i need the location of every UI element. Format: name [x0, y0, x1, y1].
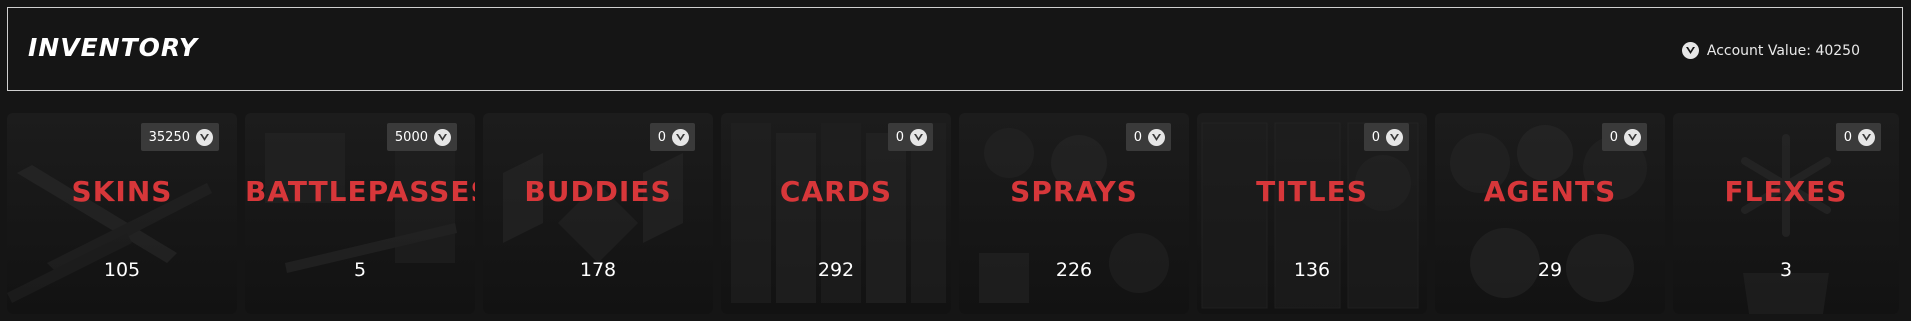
inventory-header: INVENTORY Account Value: 40250 — [7, 7, 1903, 91]
buddies-value-badge: 0 — [649, 123, 695, 151]
battlepasses-value: 5000 — [394, 129, 428, 145]
page-title: INVENTORY — [28, 33, 198, 62]
sprays-value-badge: 0 — [1125, 123, 1171, 151]
valorant-points-icon — [1858, 128, 1875, 146]
tile-agents[interactable]: 0 AGENTS 29 — [1435, 113, 1665, 314]
titles-count: 136 — [1293, 259, 1331, 281]
flexes-value: 0 — [1843, 129, 1852, 145]
valorant-points-icon — [1681, 42, 1699, 59]
flexes-count: 3 — [1779, 259, 1793, 281]
sprays-label: SPRAYS — [1010, 175, 1138, 208]
cards-value-badge: 0 — [887, 123, 933, 151]
cards-value: 0 — [895, 129, 904, 145]
valorant-points-icon — [434, 128, 451, 146]
agents-label: AGENTS — [1483, 175, 1617, 208]
sprays-value: 0 — [1133, 129, 1142, 145]
flexes-value-badge: 0 — [1835, 123, 1881, 151]
tile-titles[interactable]: 0 TITLES 136 — [1197, 113, 1427, 314]
valorant-points-icon — [196, 128, 213, 146]
battlepasses-count: 5 — [353, 259, 367, 281]
account-value-label: Account Value: 40250 — [1706, 42, 1860, 59]
battlepasses-label: BATTLEPASSES — [245, 175, 475, 208]
agents-value: 0 — [1609, 129, 1618, 145]
valorant-points-icon — [1148, 128, 1165, 146]
tile-buddies[interactable]: 0 BUDDIES 178 — [483, 113, 713, 314]
valorant-points-icon — [1386, 128, 1403, 146]
buddies-value: 0 — [657, 129, 666, 145]
tile-skins[interactable]: 35250 SKINS 105 — [7, 113, 237, 314]
valorant-points-icon — [910, 128, 927, 146]
skins-value: 35250 — [148, 129, 190, 145]
inventory-categories: 35250 SKINS 105 5000 BATTLEPASSES 5 0 BU… — [7, 113, 1903, 314]
titles-value-badge: 0 — [1363, 123, 1409, 151]
skins-value-badge: 35250 — [140, 123, 219, 151]
cards-label: CARDS — [779, 175, 893, 208]
valorant-points-icon — [1624, 128, 1641, 146]
skins-label: SKINS — [71, 175, 173, 208]
tile-sprays[interactable]: 0 SPRAYS 226 — [959, 113, 1189, 314]
cards-count: 292 — [817, 259, 855, 281]
titles-label: TITLES — [1256, 175, 1368, 208]
battlepasses-value-badge: 5000 — [386, 123, 457, 151]
buddies-label: BUDDIES — [524, 175, 672, 208]
skins-count: 105 — [103, 259, 141, 281]
buddies-count: 178 — [579, 259, 617, 281]
agents-value-badge: 0 — [1601, 123, 1647, 151]
tile-flexes[interactable]: 0 FLEXES 3 — [1673, 113, 1899, 314]
titles-value: 0 — [1371, 129, 1380, 145]
tile-cards[interactable]: 0 CARDS 292 — [721, 113, 951, 314]
valorant-points-icon — [672, 128, 689, 146]
agents-count: 29 — [1537, 259, 1563, 281]
flexes-label: FLEXES — [1724, 175, 1848, 208]
account-value: Account Value: 40250 — [1681, 42, 1860, 59]
sprays-count: 226 — [1055, 259, 1093, 281]
tile-battlepasses[interactable]: 5000 BATTLEPASSES 5 — [245, 113, 475, 314]
